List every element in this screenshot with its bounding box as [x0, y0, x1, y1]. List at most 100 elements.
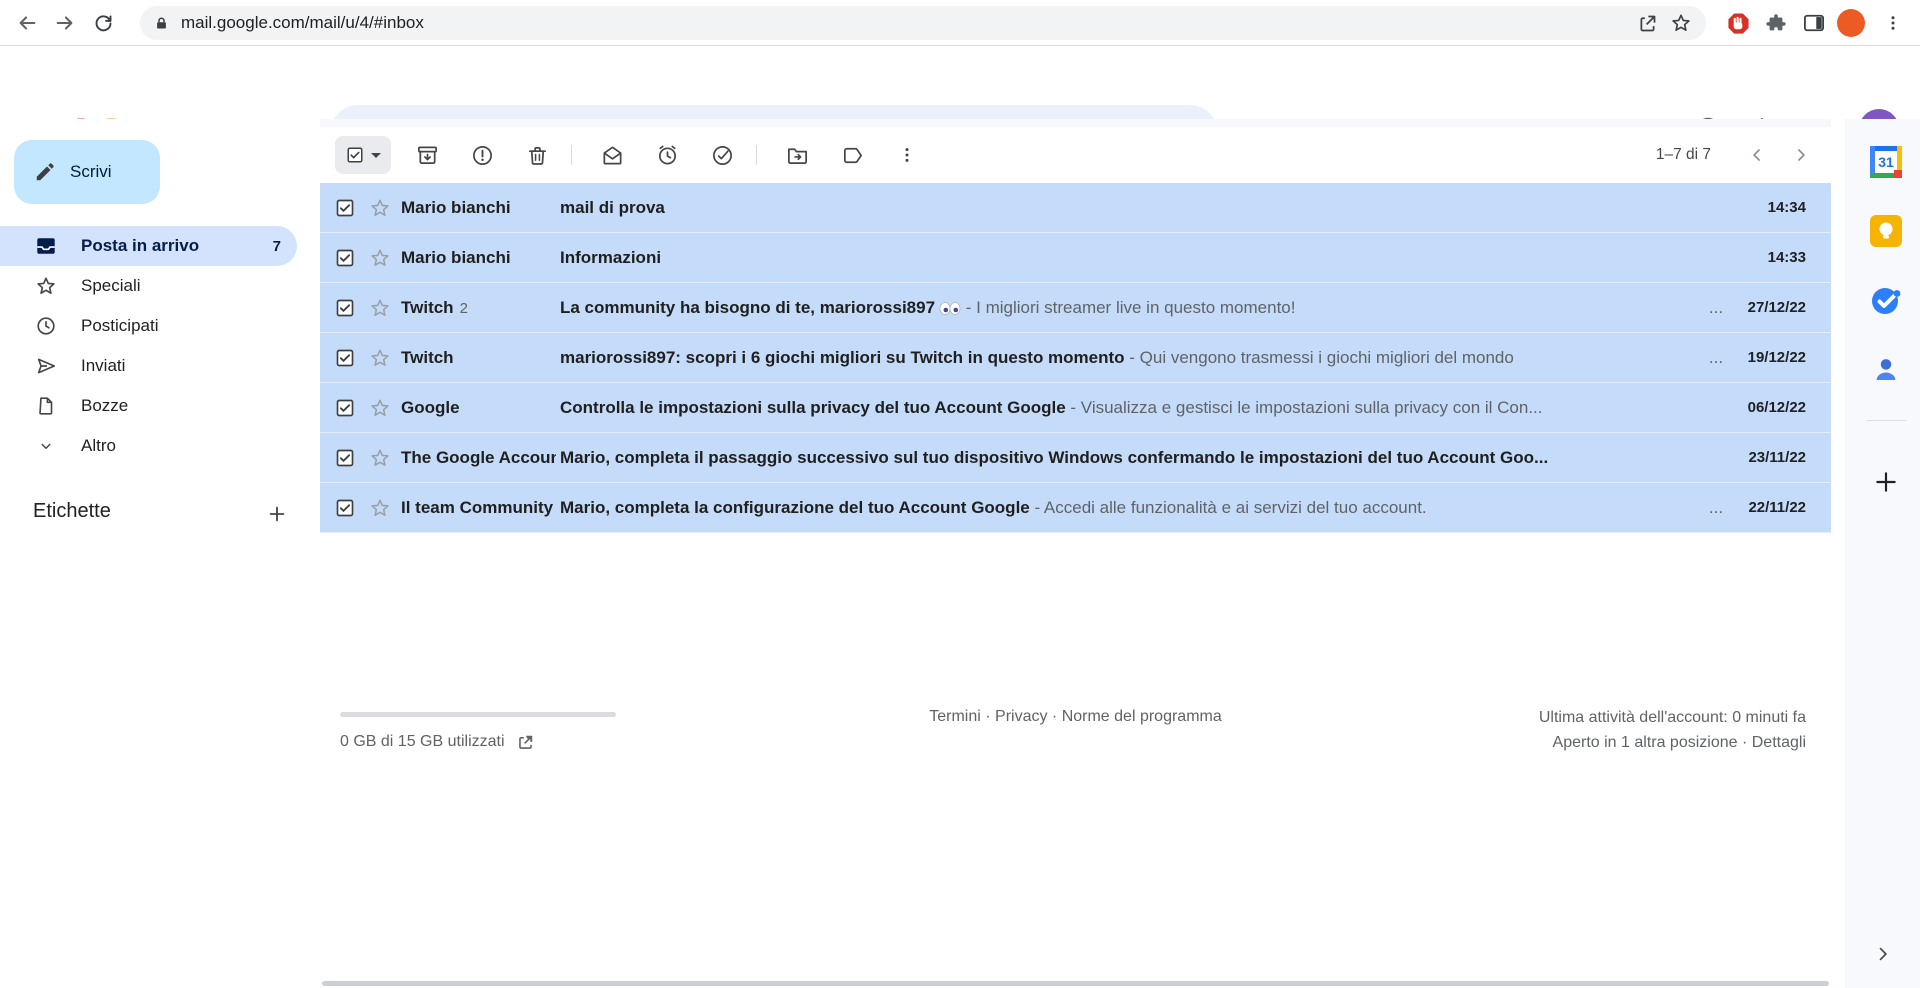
checkbox-checked-icon — [346, 146, 364, 164]
email-sender: The Google Account . — [401, 448, 556, 468]
browser-menu-button[interactable] — [1876, 6, 1910, 40]
keep-panel-button[interactable] — [1869, 214, 1903, 248]
label-button[interactable] — [828, 131, 876, 179]
url-text[interactable]: mail.google.com/mail/u/4/#inbox — [181, 13, 1630, 33]
email-subject: Controlla le impostazioni sulla privacy … — [560, 398, 1066, 417]
email-row[interactable]: Twitch mariorossi897: scopri i 6 giochi … — [320, 333, 1831, 383]
horizontal-scrollbar[interactable] — [322, 981, 1829, 986]
newer-page-button[interactable] — [1735, 133, 1779, 177]
row-checkbox-checked[interactable] — [335, 398, 355, 418]
browser-reload-button[interactable] — [86, 6, 120, 40]
email-subject: Mario, completa il passaggio successivo … — [560, 448, 1548, 467]
email-date: 22/11/22 — [1739, 499, 1831, 516]
add-to-tasks-button[interactable] — [698, 131, 746, 179]
activity-line1: Ultima attività dell'account: 0 minuti f… — [1539, 705, 1806, 730]
lock-icon — [154, 15, 169, 32]
email-sender: Twitch2 — [401, 298, 556, 318]
older-page-button[interactable] — [1779, 133, 1823, 177]
row-star-button[interactable] — [369, 497, 391, 519]
email-snippet: Accedi alle funzionalità e ai servizi de… — [1044, 498, 1427, 517]
email-date: 23/11/22 — [1739, 449, 1831, 466]
hide-side-panel-button[interactable] — [1868, 939, 1898, 969]
email-date: 27/12/22 — [1739, 299, 1831, 316]
browser-back-button[interactable] — [10, 6, 44, 40]
mark-as-read-button[interactable] — [588, 131, 636, 179]
activity-line2[interactable]: Aperto in 1 altra posizione · Dettagli — [1539, 730, 1806, 755]
external-link-icon[interactable] — [516, 733, 535, 752]
row-checkbox-checked[interactable] — [335, 498, 355, 518]
bookmark-button[interactable] — [1664, 6, 1698, 40]
browser-forward-button[interactable] — [48, 6, 82, 40]
email-snippet: Qui vengono trasmessi i giochi migliori … — [1140, 348, 1514, 367]
move-to-button[interactable] — [773, 131, 821, 179]
adblock-extension-button[interactable] — [1721, 6, 1755, 40]
side-panel-toggle-button[interactable] — [1797, 6, 1831, 40]
contacts-panel-button[interactable] — [1869, 353, 1903, 387]
row-checkbox-checked[interactable] — [335, 248, 355, 268]
sidebar-item-drafts[interactable]: Bozze — [0, 386, 297, 426]
row-checkbox-checked[interactable] — [335, 298, 355, 318]
vertical-dots-icon — [897, 145, 917, 165]
row-star-button[interactable] — [369, 397, 391, 419]
row-star-button[interactable] — [369, 197, 391, 219]
row-star-button[interactable] — [369, 447, 391, 469]
chevron-right-icon — [1873, 944, 1893, 964]
draft-icon — [34, 395, 58, 417]
pencil-icon — [34, 161, 56, 183]
email-subject: La community ha bisogno di te, marioross… — [560, 298, 935, 317]
snooze-clock-icon — [656, 144, 679, 167]
tasks-panel-button[interactable] — [1869, 284, 1903, 318]
sidebar-item-sent[interactable]: Inviati — [0, 346, 297, 386]
email-row[interactable]: Il team Community d. Mario, completa la … — [320, 483, 1831, 533]
sidebar-item-label: Bozze — [81, 396, 128, 416]
email-row[interactable]: Twitch2 La community ha bisogno di te, m… — [320, 283, 1831, 333]
browser-profile-avatar[interactable] — [1837, 9, 1865, 37]
storage-text: 0 GB di 15 GB utilizzati — [340, 733, 505, 751]
side-panel-icon — [1803, 13, 1825, 33]
sidebar-item-label: Inviati — [81, 356, 125, 376]
email-row[interactable]: Mario bianchi mail di prova 14:34 — [320, 183, 1831, 233]
thread-count: 2 — [460, 300, 468, 317]
email-row[interactable]: The Google Account . Mario, completa il … — [320, 433, 1831, 483]
inbox-icon — [34, 235, 58, 257]
address-bar[interactable]: mail.google.com/mail/u/4/#inbox — [140, 6, 1706, 40]
row-checkbox-checked[interactable] — [335, 348, 355, 368]
more-actions-button[interactable] — [883, 131, 931, 179]
row-star-button[interactable] — [369, 347, 391, 369]
chevron-down-icon — [34, 437, 58, 455]
forward-arrow-icon — [54, 12, 76, 34]
snooze-button[interactable] — [643, 131, 691, 179]
row-checkbox-checked[interactable] — [335, 198, 355, 218]
sidebar-item-more[interactable]: Altro — [0, 426, 297, 466]
report-spam-button[interactable] — [458, 131, 506, 179]
row-checkbox-checked[interactable] — [335, 448, 355, 468]
email-subject: Mario, completa la configurazione del tu… — [560, 498, 1030, 517]
share-button[interactable] — [1630, 6, 1664, 40]
sidebar-item-inbox[interactable]: Posta in arrivo 7 — [0, 226, 297, 266]
toolbar-divider — [571, 145, 572, 165]
toolbar-divider — [756, 145, 757, 165]
create-label-button[interactable] — [259, 496, 295, 532]
task-check-icon — [711, 144, 734, 167]
email-row[interactable]: Mario bianchi Informazioni 14:33 — [320, 233, 1831, 283]
email-subject-cell: Mario, completa il passaggio successivo … — [560, 448, 1693, 468]
delete-button[interactable] — [513, 131, 561, 179]
email-row[interactable]: Google Controlla le impostazioni sulla p… — [320, 383, 1831, 433]
row-star-button[interactable] — [369, 297, 391, 319]
email-sender: Twitch — [401, 348, 556, 368]
archive-button[interactable] — [403, 131, 451, 179]
sidebar-item-label: Speciali — [81, 276, 141, 296]
email-snippet: Visualizza e gestisci le impostazioni su… — [1081, 398, 1543, 417]
sidebar-item-label: Posticipati — [81, 316, 158, 336]
row-star-button[interactable] — [369, 247, 391, 269]
sidebar-item-starred[interactable]: Speciali — [0, 266, 297, 306]
extensions-button[interactable] — [1759, 6, 1793, 40]
calendar-panel-button[interactable]: 31 — [1869, 145, 1903, 179]
compose-button[interactable]: Scrivi — [14, 140, 160, 204]
select-dropdown-caret-icon[interactable] — [371, 153, 381, 158]
sidebar-item-snoozed[interactable]: Posticipati — [0, 306, 297, 346]
get-addons-button[interactable] — [1869, 465, 1903, 499]
main-area: Scrivi Posta in arrivo 7 Speciali Po — [0, 119, 1920, 988]
select-all-button[interactable] — [335, 136, 391, 174]
pagination-range: 1–7 di 7 — [1656, 146, 1711, 164]
